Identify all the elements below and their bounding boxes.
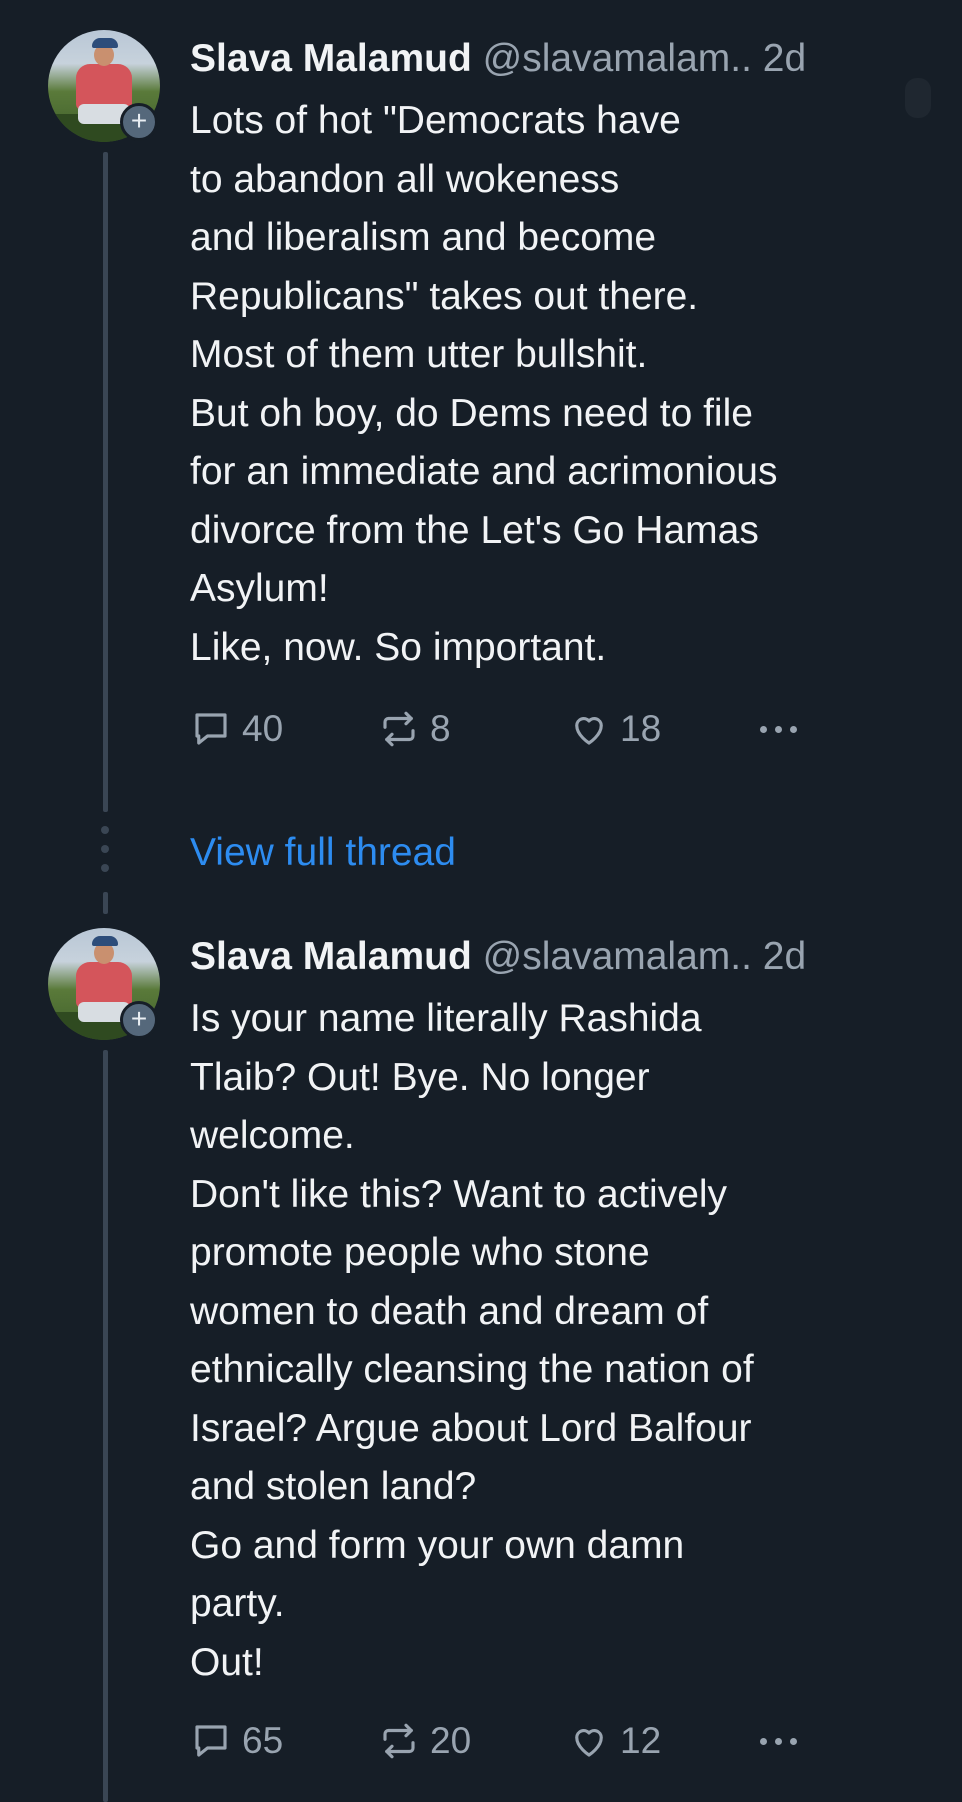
post-actions: 40 8 18: [190, 704, 840, 754]
post-text: Is your name literally Rashida Tlaib? Ou…: [190, 997, 754, 1684]
repost-count: 8: [430, 708, 451, 749]
follow-plus-icon[interactable]: +: [120, 1001, 158, 1039]
repost-button[interactable]: 8: [378, 704, 451, 754]
repost-count: 20: [430, 1720, 472, 1761]
repost-button[interactable]: 20: [378, 1716, 471, 1766]
post-age: 2d: [762, 37, 807, 80]
reply-count: 40: [242, 708, 284, 749]
thread-ellipsis: [101, 826, 110, 883]
post-header: Slava Malamud @slavamalam.. 2d: [190, 34, 806, 84]
reply-icon: [195, 1725, 227, 1757]
thread-line-stub: [103, 892, 108, 914]
reply-count: 65: [242, 1720, 284, 1761]
thread-line: [103, 152, 108, 812]
like-icon: [575, 717, 603, 745]
avatar[interactable]: +: [48, 928, 160, 1040]
post-text: Lots of hot "Democrats have to abandon a…: [190, 99, 778, 669]
like-button[interactable]: 12: [568, 1716, 661, 1766]
post-age: 2d: [762, 935, 807, 978]
like-icon: [575, 1729, 603, 1757]
author-handle[interactable]: @slavamalam..: [483, 37, 752, 80]
reply-icon: [195, 713, 227, 745]
like-button[interactable]: 18: [568, 704, 661, 754]
like-count: 18: [620, 708, 662, 749]
repost-icon: [383, 711, 415, 747]
post-actions: 65 20 12: [190, 1716, 840, 1766]
more-icon[interactable]: [760, 1716, 805, 1766]
post-header: Slava Malamud @slavamalam.. 2d: [190, 932, 806, 982]
repost-icon: [383, 1723, 415, 1759]
author-name[interactable]: Slava Malamud: [190, 37, 472, 80]
like-count: 12: [620, 1720, 662, 1761]
avatar[interactable]: +: [48, 30, 160, 142]
more-icon[interactable]: [760, 704, 805, 754]
view-full-thread-link[interactable]: View full thread: [190, 828, 456, 878]
follow-plus-icon[interactable]: +: [120, 103, 158, 141]
reply-button[interactable]: 65: [190, 1716, 283, 1766]
thread-line: [103, 1050, 108, 1802]
reply-button[interactable]: 40: [190, 704, 283, 754]
author-name[interactable]: Slava Malamud: [190, 935, 472, 978]
author-handle[interactable]: @slavamalam..: [483, 935, 752, 978]
